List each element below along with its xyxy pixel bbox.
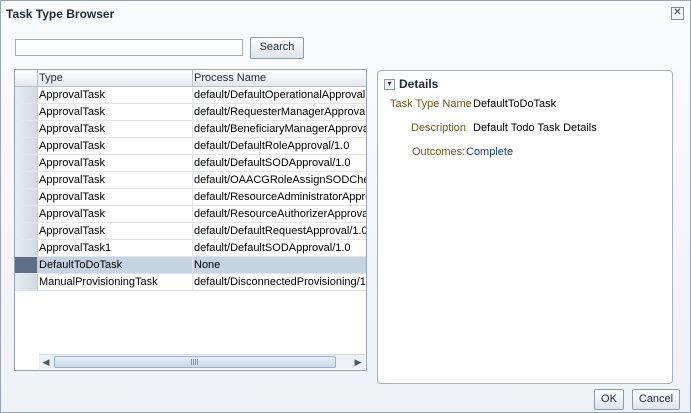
row-selector[interactable] — [15, 155, 38, 171]
cell-type: ApprovalTask — [39, 191, 106, 203]
row-selector[interactable] — [15, 189, 38, 205]
cell-process-name: default/OAACGRoleAssignSODCheck — [194, 174, 366, 186]
scrollbar-thumb[interactable] — [54, 356, 336, 368]
cell-process-name: default/RequesterManagerApproval — [194, 106, 366, 118]
cell-process-name: default/DefaultSODApproval/1.0 — [194, 157, 351, 169]
search-input[interactable] — [15, 39, 243, 56]
details-title: Details — [399, 77, 439, 91]
cell-type: ApprovalTask1 — [39, 242, 112, 254]
column-header-process-name[interactable]: Process Name — [194, 72, 266, 84]
table-row[interactable]: ApprovalTask default/ResourceAdministrato… — [15, 189, 366, 206]
close-icon[interactable]: ✕ — [671, 7, 684, 20]
details-panel: ▾ Details Task Type Name DefaultToDoTask… — [377, 70, 673, 384]
cell-process-name: default/DisconnectedProvisioning/1 — [194, 276, 366, 288]
table-row[interactable]: ApprovalTask default/DefaultRoleApproval/… — [15, 138, 366, 155]
row-selector[interactable] — [15, 240, 38, 256]
column-header-type[interactable]: Type — [39, 72, 63, 84]
cell-process-name: default/BeneficiaryManagerApproval — [194, 123, 366, 135]
cell-type: ApprovalTask — [39, 208, 106, 220]
cell-type: ApprovalTask — [39, 140, 106, 152]
row-selector[interactable] — [15, 206, 38, 222]
row-selector[interactable] — [15, 257, 38, 273]
table-row[interactable]: ApprovalTask default/OAACGRoleAssignSODCh… — [15, 172, 366, 189]
cell-type: DefaultToDoTask — [39, 259, 123, 271]
row-selector[interactable] — [15, 138, 38, 154]
table-row[interactable]: ApprovalTask default/DefaultRequestApprov… — [15, 223, 366, 240]
table-row[interactable]: DefaultToDoTask None — [15, 257, 366, 274]
cell-type: ApprovalTask — [39, 89, 106, 101]
arrow-right-icon[interactable]: ▶ — [352, 356, 364, 368]
description-label: Description — [411, 122, 467, 134]
cell-process-name: default/DefaultOperationalApproval — [194, 89, 366, 101]
row-selector[interactable] — [15, 172, 38, 188]
row-selector[interactable] — [15, 274, 38, 290]
cell-type: ApprovalTask — [39, 174, 106, 186]
table-row[interactable]: ApprovalTask1 default/DefaultSODApproval/… — [15, 240, 366, 257]
cell-process-name: None — [194, 259, 221, 271]
table-row[interactable]: ManualProvisioningTask default/Disconnect… — [15, 274, 366, 291]
collapse-toggle-icon[interactable]: ▾ — [384, 79, 395, 90]
row-selector[interactable] — [15, 104, 38, 120]
table-row[interactable]: ApprovalTask default/BeneficiaryManagerAp… — [15, 121, 366, 138]
cell-process-name: default/ResourceAdministratorApproval — [194, 191, 366, 203]
title-bar: Task Type Browser ✕ — [1, 1, 690, 27]
cell-process-name: default/DefaultRoleApproval/1.0 — [194, 140, 350, 152]
table-row[interactable]: ApprovalTask default/RequesterManagerAppr… — [15, 104, 366, 121]
table-row[interactable]: ApprovalTask default/DefaultSODApproval/1… — [15, 155, 366, 172]
task-type-browser-dialog: Task Type Browser ✕ Search Type Process … — [0, 0, 691, 413]
cell-type: ApprovalTask — [39, 225, 106, 237]
cell-type: ApprovalTask — [39, 157, 106, 169]
cancel-button[interactable]: Cancel — [632, 389, 680, 410]
ok-button[interactable]: OK — [594, 389, 624, 410]
arrow-left-icon[interactable]: ◀ — [40, 356, 52, 368]
row-selector[interactable] — [15, 223, 38, 239]
table-header: Type Process Name — [15, 70, 366, 87]
table-row[interactable]: ApprovalTask default/DefaultOperationalAp… — [15, 87, 366, 104]
row-selector[interactable] — [15, 87, 38, 103]
task-type-name-label: Task Type Name — [390, 98, 472, 110]
outcomes-value: Complete — [466, 146, 514, 158]
search-button[interactable]: Search — [250, 37, 304, 59]
horizontal-scrollbar[interactable]: ◀ ▶ — [39, 354, 365, 369]
table-body: ApprovalTask default/DefaultOperationalAp… — [15, 87, 366, 291]
cell-process-name: default/ResourceAuthorizerApproval — [194, 208, 366, 220]
task-type-name-value: DefaultToDoTask — [473, 98, 557, 110]
cell-type: ApprovalTask — [39, 106, 106, 118]
cell-process-name: default/DefaultRequestApproval/1.0 — [194, 225, 366, 237]
cell-process-name: default/DefaultSODApproval/1.0 — [194, 242, 351, 254]
outcomes-label: Outcomes: — [412, 146, 466, 158]
row-selector[interactable] — [15, 121, 38, 137]
table-row[interactable]: ApprovalTask default/ResourceAuthorizerAp… — [15, 206, 366, 223]
cell-type: ManualProvisioningTask — [39, 276, 158, 288]
task-type-table: Type Process Name ApprovalTask default/De… — [14, 69, 367, 371]
dialog-title: Task Type Browser — [6, 7, 115, 21]
cell-type: ApprovalTask — [39, 123, 106, 135]
description-value: Default Todo Task Details — [473, 122, 597, 134]
